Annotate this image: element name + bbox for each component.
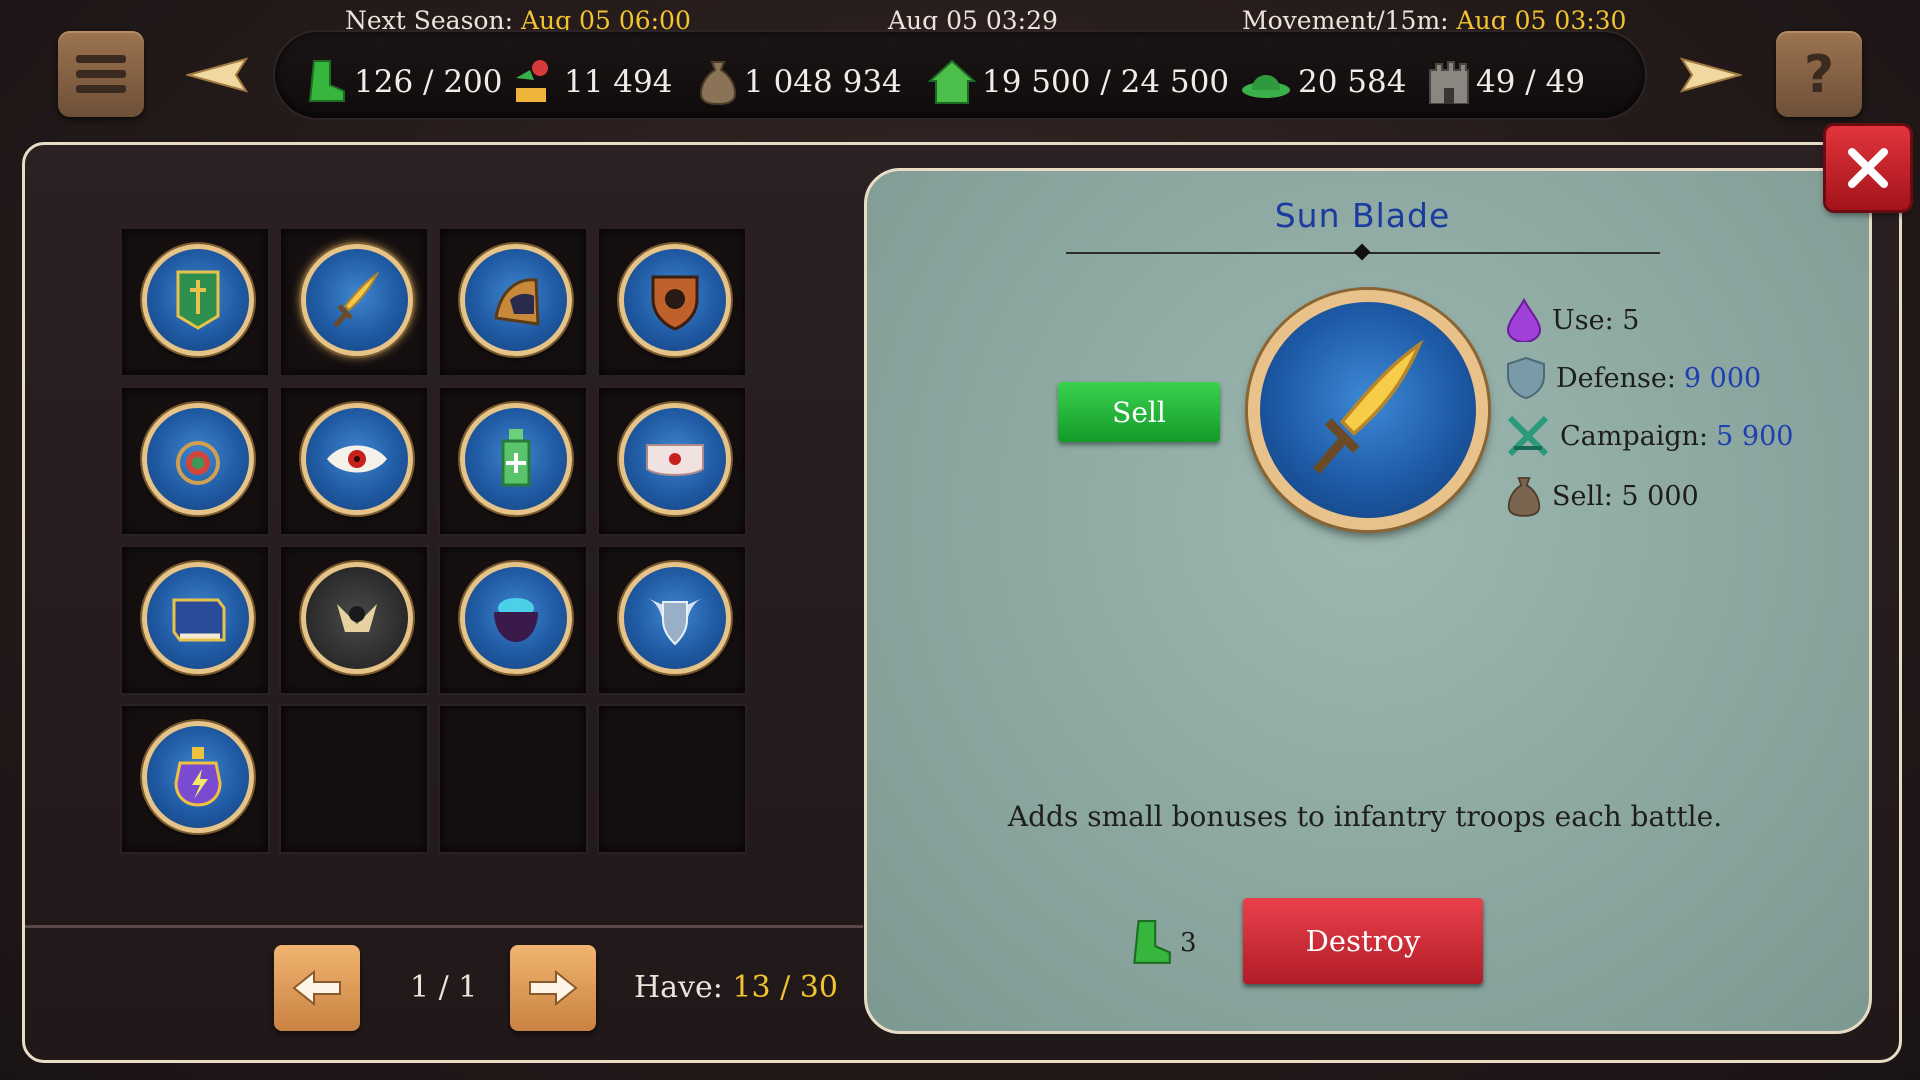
inventory-slot[interactable] [122,547,268,693]
stat-sell: Sell: 5 000 [1506,472,1699,520]
svg-text:?: ? [1804,46,1834,102]
stat-campaign-value: 5 900 [1716,420,1794,452]
inventory-slot-empty[interactable] [281,706,427,852]
campaign-swords-icon [1507,415,1549,457]
item-title: Sun Blade [1274,196,1451,235]
menu-button[interactable] [58,31,144,117]
current-time: Aug 05 03:29 [888,6,1058,35]
troops-icon [516,60,548,102]
sell-button[interactable]: Sell [1058,382,1220,442]
inventory-slot-empty[interactable] [440,706,586,852]
page-prev-button[interactable] [274,945,360,1031]
inventory-slot[interactable] [440,229,586,375]
amulet-icon [142,403,254,515]
hood-icon [460,244,572,356]
winged-shield-icon [619,562,731,674]
page-indicator: 1 / 1 [410,970,478,1005]
stat-defense: Defense: 9 000 [1506,354,1761,402]
have-value: 13 / 30 [732,970,838,1005]
inventory-slot-empty[interactable] [599,706,745,852]
question-icon: ? [1804,46,1834,102]
house-icon [928,59,976,104]
banner-icon [142,244,254,356]
eye-icon [301,403,413,515]
stat-use: Use: 5 [1506,296,1639,344]
inventory-slot[interactable] [599,229,745,375]
use-drop-icon [1506,298,1542,342]
resource-castles-value: 49 / 49 [1476,64,1586,100]
inventory-grid [122,229,752,859]
inventory-capacity: Have: 13 / 30 [634,970,838,1005]
next-season-value: Aug 05 06:00 [520,6,691,35]
stat-defense-label: Defense: [1556,362,1676,394]
potion-bottle-icon [460,403,572,515]
inventory-slot[interactable] [599,547,745,693]
top-bar: Next Season: Aug 05 06:00 Aug 05 03:29 M… [0,0,1920,125]
boot-icon [1133,920,1171,964]
resource-movement-value: 126 / 200 [354,64,503,100]
resource-troops-value: 11 494 [564,64,673,100]
inventory-slot[interactable] [122,388,268,534]
close-icon [1848,148,1888,188]
help-button[interactable]: ? [1776,31,1862,117]
resource-hat: 20 584 [1240,58,1406,106]
stat-campaign-label: Campaign: [1560,420,1709,452]
prev-arrow-button[interactable] [186,55,256,95]
arrow-left-icon [292,970,341,1006]
resource-movement: 126 / 200 [302,58,503,106]
sun-blade-icon [301,244,413,356]
movement-value: Aug 05 03:30 [1456,6,1627,35]
movement-timer: Movement/15m: Aug 05 03:30 [1242,6,1626,35]
money-bag-icon [699,61,737,106]
inventory-slot[interactable] [122,229,268,375]
page-next-button[interactable] [510,945,596,1031]
have-label: Have: [634,970,723,1005]
skull-emblem-icon [301,562,413,674]
resource-gold-value: 1 048 934 [744,64,902,100]
inventory-slot[interactable] [440,388,586,534]
hat-icon [1242,75,1290,98]
inventory-slot[interactable] [440,547,586,693]
resource-housing-value: 19 500 / 24 500 [982,64,1230,100]
book-icon [142,562,254,674]
arrow-right-icon [529,970,578,1006]
movement-label: Movement/15m: [1242,6,1449,35]
bandage-icon [619,403,731,515]
castle-icon [1429,61,1469,104]
resource-hat-value: 20 584 [1298,64,1407,100]
stat-use-text: Use: 5 [1552,304,1640,336]
hamburger-icon [76,55,126,93]
close-button[interactable] [1826,126,1910,210]
stat-defense-value: 9 000 [1683,362,1762,394]
current-time-value: Aug 05 03:29 [888,6,1058,35]
cauldron-icon [460,562,572,674]
money-bag-icon [1507,477,1541,517]
inventory-slot[interactable] [281,229,427,375]
lightning-potion-icon [142,721,254,833]
inventory-slot[interactable] [281,547,427,693]
resource-troops: 11 494 [510,58,672,106]
shield-crest-icon [619,244,731,356]
stat-sell-text: Sell: 5 000 [1552,480,1699,512]
destroy-cost-value: 3 [1180,928,1197,958]
inventory-slot[interactable] [122,706,268,852]
inventory-slot[interactable] [599,388,745,534]
footer-divider [25,925,863,928]
next-season-label: Next Season: [345,6,513,35]
sun-blade-large-icon [1248,290,1488,530]
defense-shield-icon [1507,356,1545,400]
stat-campaign: Campaign: 5 900 [1506,412,1793,460]
destroy-button[interactable]: Destroy [1243,898,1483,984]
next-season: Next Season: Aug 05 06:00 [345,6,691,35]
resource-housing: 19 500 / 24 500 [928,58,1229,106]
item-description: Adds small bonuses to infantry troops ea… [1007,800,1723,833]
resource-castles: 49 / 49 [1428,58,1585,106]
next-arrow-button[interactable] [1672,55,1742,95]
boot-icon [308,60,345,102]
destroy-cost: 3 [1126,918,1197,968]
resource-gold: 1 048 934 [698,58,902,106]
inventory-slot[interactable] [281,388,427,534]
